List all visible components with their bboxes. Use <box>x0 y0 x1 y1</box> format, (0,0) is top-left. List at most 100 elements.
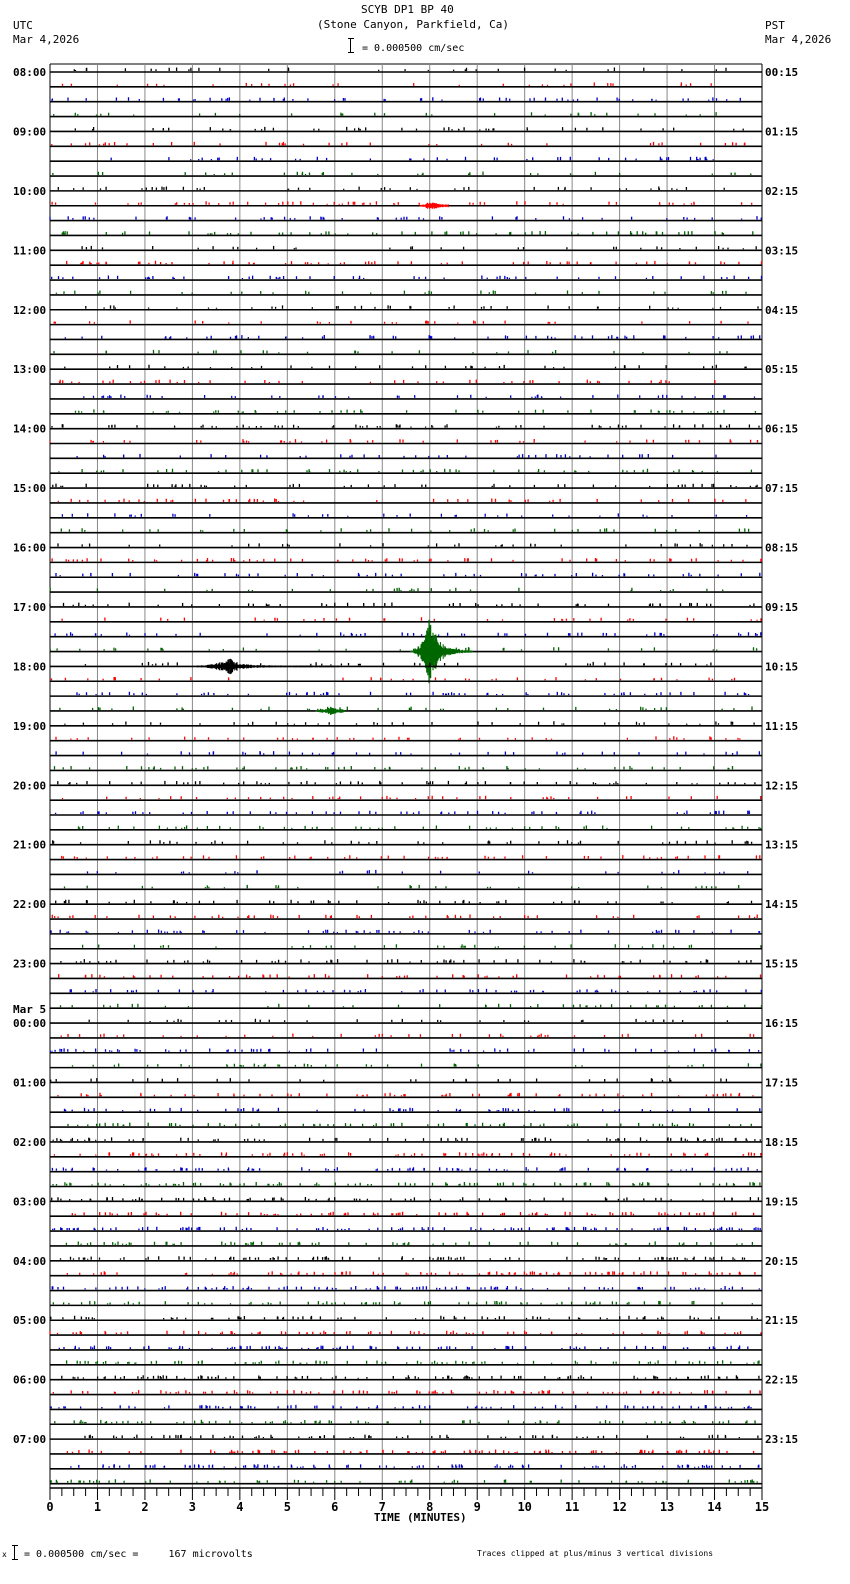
trace-noise <box>66 1271 756 1275</box>
trace-noise <box>71 1063 762 1067</box>
trace-noise <box>54 810 750 814</box>
trace-noise <box>85 305 759 309</box>
trace-noise <box>74 126 744 131</box>
trace-noise <box>64 335 761 339</box>
trace-noise <box>49 602 755 606</box>
trace-noise <box>64 721 755 725</box>
trace-noise <box>55 751 761 755</box>
trace-noise <box>54 632 762 636</box>
utc-hour-label: 16:00 <box>13 542 46 555</box>
pst-hour-label: 18:15 <box>765 1136 798 1149</box>
trace-noise <box>49 1330 762 1335</box>
trace-noise <box>49 647 758 651</box>
footer-scale-prefix: x <box>2 1550 7 1559</box>
x-axis-label: TIME (MINUTES) <box>374 1511 467 1524</box>
time-tick-label: 10 <box>517 1500 531 1514</box>
trace-noise <box>51 1197 760 1201</box>
footer-scale-bar-icon <box>12 1545 19 1560</box>
trace-noise <box>61 617 762 621</box>
utc-hour-label: 23:00 <box>13 958 46 971</box>
pst-hour-label: 22:15 <box>765 1374 798 1387</box>
trace-noise <box>53 1152 762 1156</box>
pst-hour-label: 01:15 <box>765 125 798 138</box>
trace-noise <box>61 795 762 800</box>
trace-noise <box>53 320 749 324</box>
time-tick-label: 11 <box>565 1500 579 1514</box>
utc-hour-label: 00:00 <box>13 1017 46 1030</box>
trace-noise <box>63 1107 761 1112</box>
trace-noise <box>52 171 752 175</box>
trace-noise <box>65 1241 754 1245</box>
utc-hour-label: 08:00 <box>13 66 46 79</box>
utc-hour-label: 05:00 <box>13 1314 46 1327</box>
trace-noise <box>57 780 756 785</box>
trace-noise <box>51 97 741 101</box>
trace-noise <box>58 1345 749 1349</box>
trace-noise <box>61 855 761 859</box>
pst-hour-label: 14:15 <box>765 898 798 911</box>
trace-noise <box>55 899 753 904</box>
pst-hour-label: 07:15 <box>765 482 798 495</box>
time-tick-label: 15 <box>755 1500 769 1514</box>
trace-noise <box>51 201 753 205</box>
trace-noise <box>51 141 746 146</box>
trace-noise <box>60 959 752 963</box>
trace-noise <box>51 558 763 562</box>
trace-noise <box>53 112 717 116</box>
trace-noise <box>52 1390 761 1394</box>
utc-hour-label: 22:00 <box>13 898 46 911</box>
pst-hour-label: 20:15 <box>765 1255 798 1268</box>
trace-noise <box>49 587 724 592</box>
trace-noise <box>59 1256 746 1260</box>
utc-hour-label: 19:00 <box>13 720 46 733</box>
trace-noise <box>60 1033 755 1037</box>
pst-hour-label: 17:15 <box>765 1076 798 1089</box>
utc-hour-label: 21:00 <box>13 839 46 852</box>
trace-noise <box>58 974 762 978</box>
pst-hour-label: 06:15 <box>765 423 798 436</box>
seismic-event <box>196 658 341 675</box>
time-tick-label: 12 <box>612 1500 626 1514</box>
time-tick-label: 3 <box>189 1500 196 1514</box>
trace-noise <box>110 156 714 161</box>
trace-noise <box>55 572 761 577</box>
time-tick-label: 9 <box>474 1500 481 1514</box>
pst-hour-label: 00:15 <box>765 66 798 79</box>
pst-hour-label: 11:15 <box>765 720 798 733</box>
utc-hour-label: 14:00 <box>13 423 46 436</box>
trace-noise <box>61 82 712 86</box>
trace-noise <box>58 468 753 473</box>
trace-noise <box>54 1419 756 1424</box>
trace-noise <box>55 290 747 294</box>
utc-hour-label: 01:00 <box>13 1076 46 1089</box>
trace-noise <box>86 869 749 874</box>
utc-hour-label: 10:00 <box>13 185 46 198</box>
trace-noise <box>76 453 717 458</box>
pst-hour-label: 15:15 <box>765 958 798 971</box>
trace-noise <box>49 1048 760 1052</box>
utc-hour-label: 09:00 <box>13 125 46 138</box>
trace-noise <box>73 67 727 71</box>
pst-hour-label: 21:15 <box>765 1314 798 1327</box>
clip-note: Traces clipped at plus/minus 3 vertical … <box>477 1549 714 1558</box>
footer-scale-label: = 0.000500 cm/sec = 167 microvolts <box>24 1549 253 1560</box>
time-tick-label: 6 <box>331 1500 338 1514</box>
trace-noise <box>57 186 725 190</box>
trace-noise <box>52 840 753 844</box>
utc-hour-label: 03:00 <box>13 1195 46 1208</box>
utc-hour-label: 02:00 <box>13 1136 46 1149</box>
trace-noise <box>88 1018 729 1022</box>
trace-noise <box>53 349 728 354</box>
trace-noise <box>57 1092 754 1097</box>
trace-noise <box>66 1449 755 1453</box>
seismic-event <box>419 202 449 209</box>
trace-noise <box>59 706 753 710</box>
time-tick-label: 13 <box>660 1500 674 1514</box>
time-tick-label: 1 <box>94 1500 101 1514</box>
trace-noise <box>83 394 756 398</box>
trace-noise <box>52 1300 753 1305</box>
trace-noise <box>76 691 750 696</box>
trace-noise <box>67 1122 752 1127</box>
utc-hour-label: 12:00 <box>13 304 46 317</box>
pst-hour-label: 09:15 <box>765 601 798 614</box>
